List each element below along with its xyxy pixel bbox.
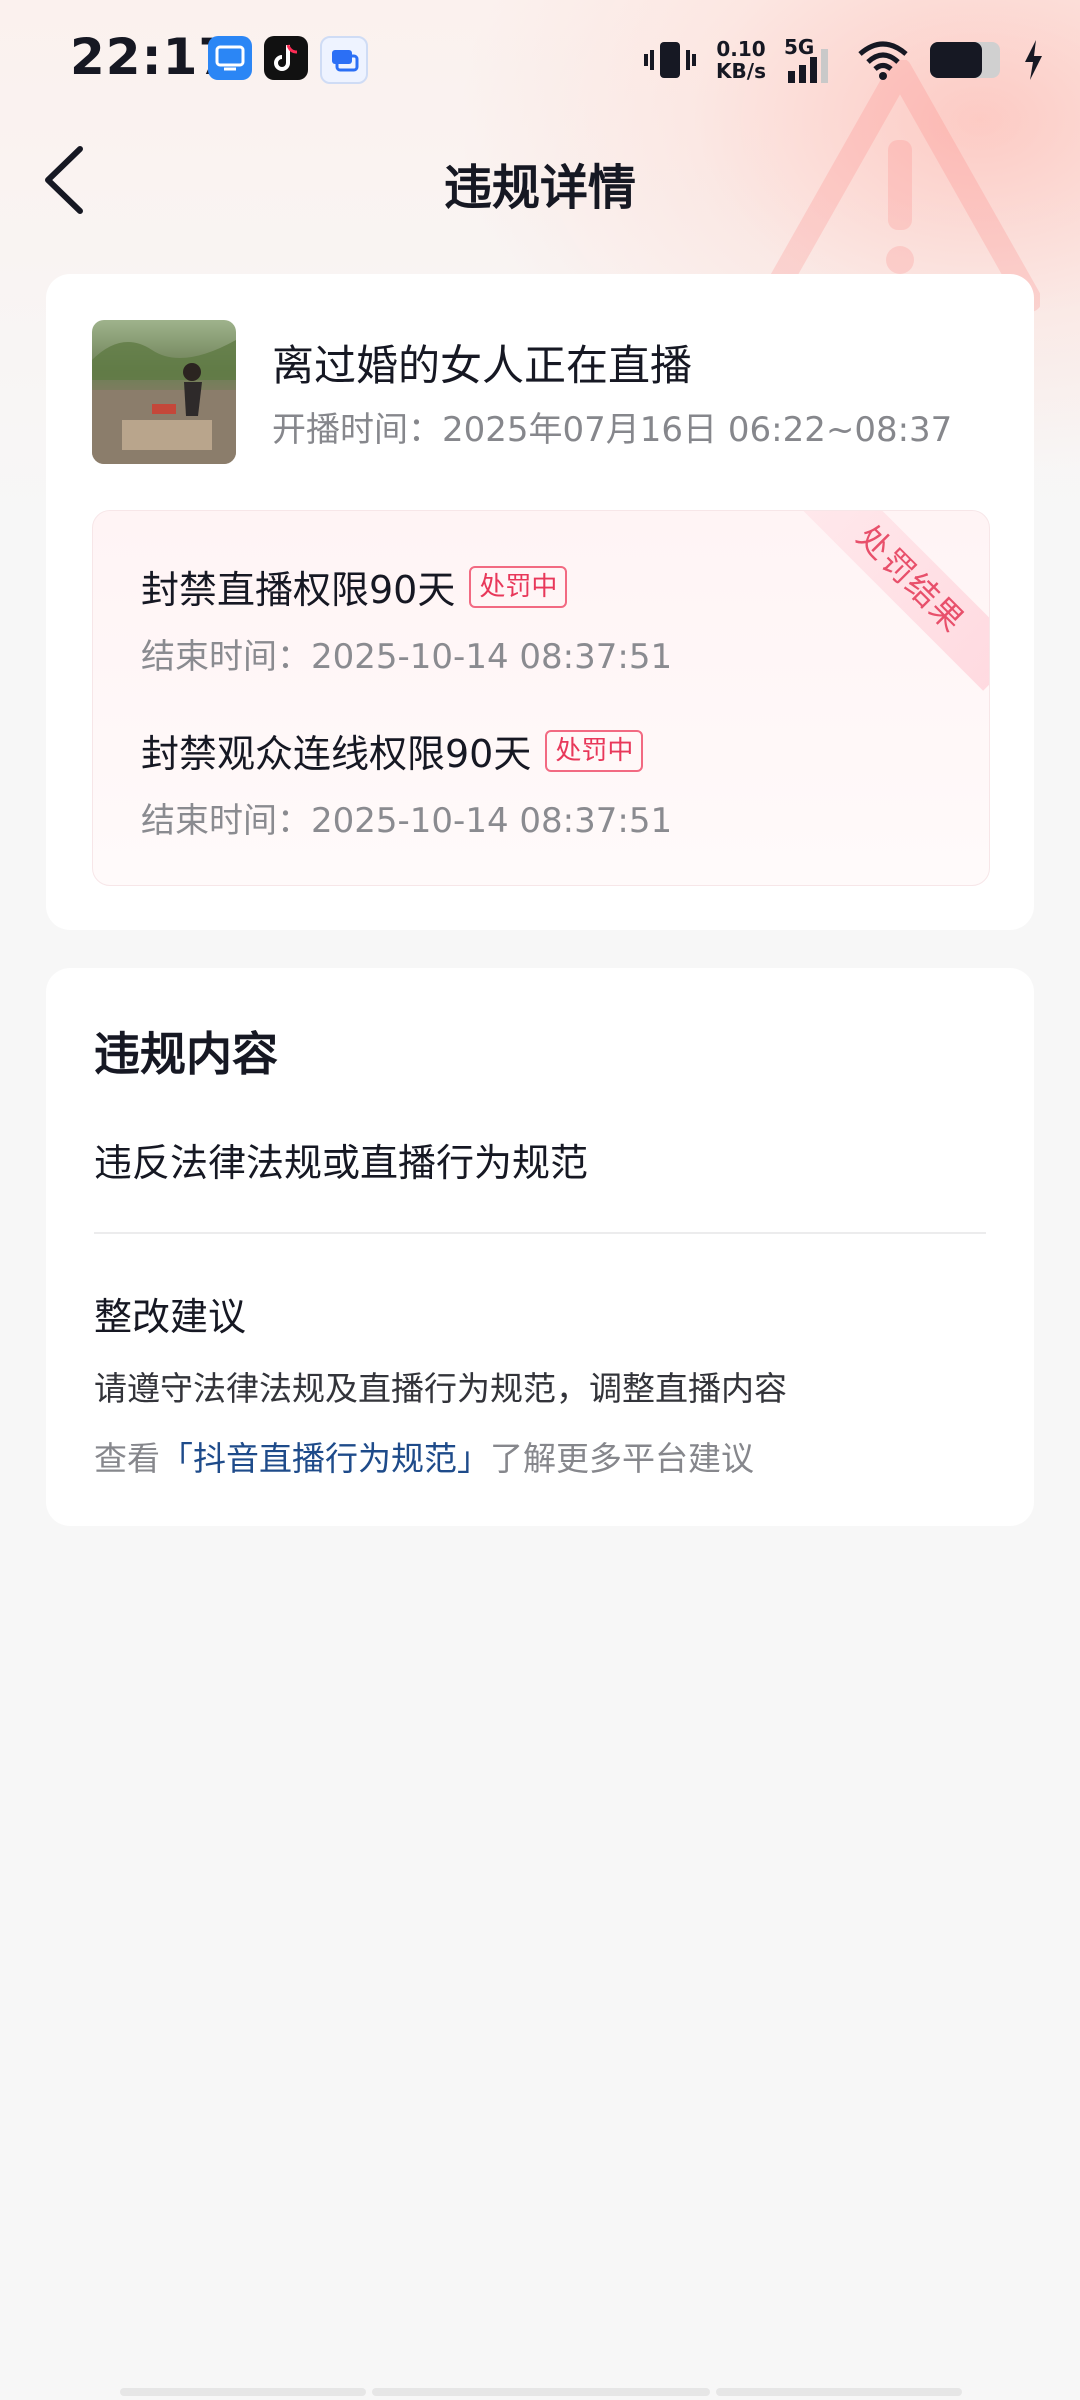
stream-title: 离过婚的女人正在直播 [272, 341, 693, 390]
stream-time: 开播时间：2025年07月16日 06:22~08:37 [272, 402, 952, 451]
network-speed: 0.10 KB/s [716, 37, 766, 83]
battery-icon [930, 42, 1000, 78]
violation-card: 违规内容 违反法律法规或直播行为规范 整改建议 请遵守法律法规及直播行为规范，调… [46, 968, 1034, 1526]
penalty-result-ribbon: 处罚结果 [799, 511, 989, 691]
message-app-icon [320, 36, 368, 84]
violation-section-title: 违规内容 [94, 1027, 278, 1081]
guide-prefix: 查看 [94, 1439, 160, 1478]
stream-thumbnail[interactable] [92, 320, 236, 464]
penalty-result-panel: 处罚结果 封禁直播权限90天 处罚中 结束时间：2025-10-14 08:37… [92, 510, 990, 886]
guide-row: 查看「抖音直播行为规范」了解更多平台建议 [94, 1432, 754, 1480]
nav-indicator [716, 2388, 962, 2396]
penalty-end-time: 结束时间：2025-10-14 08:37:51 [141, 801, 673, 841]
page-title: 违规详情 [443, 160, 636, 216]
nav-indicator [372, 2388, 710, 2396]
penalty-item-title: 封禁直播权限90天 处罚中 [141, 559, 568, 614]
tiktok-app-icon [264, 36, 308, 80]
live-guidelines-link[interactable]: 「抖音直播行为规范」 [160, 1439, 490, 1478]
vibrate-icon [644, 42, 697, 78]
penalty-end-time: 结束时间：2025-10-14 08:37:51 [141, 637, 673, 677]
stream-time-value: 2025年07月16日 06:22~08:37 [442, 410, 953, 450]
penalty-item-title: 封禁观众连线权限90天 处罚中 [141, 723, 644, 778]
status-badge: 处罚中 [469, 565, 568, 608]
status-bar: 22:17 0.10 KB/s 5G [0, 0, 1080, 118]
suggestion-title: 整改建议 [94, 1295, 247, 1339]
suggestion-text: 请遵守法律法规及直播行为规范，调整直播内容 [94, 1369, 787, 1408]
stream-info-card: 离过婚的女人正在直播 开播时间：2025年07月16日 06:22~08:37 … [46, 274, 1034, 930]
violation-content: 违反法律法规或直播行为规范 [94, 1141, 589, 1185]
divider [94, 1232, 986, 1234]
cellular-signal-icon: 5G [784, 35, 838, 85]
nav-indicator [120, 2388, 366, 2396]
wifi-icon [858, 41, 908, 80]
charging-icon [1025, 40, 1042, 80]
guide-suffix: 了解更多平台建议 [490, 1439, 754, 1478]
status-badge: 处罚中 [545, 729, 644, 772]
stream-time-label: 开播时间： [272, 410, 442, 450]
notification-app-icon [208, 36, 252, 80]
